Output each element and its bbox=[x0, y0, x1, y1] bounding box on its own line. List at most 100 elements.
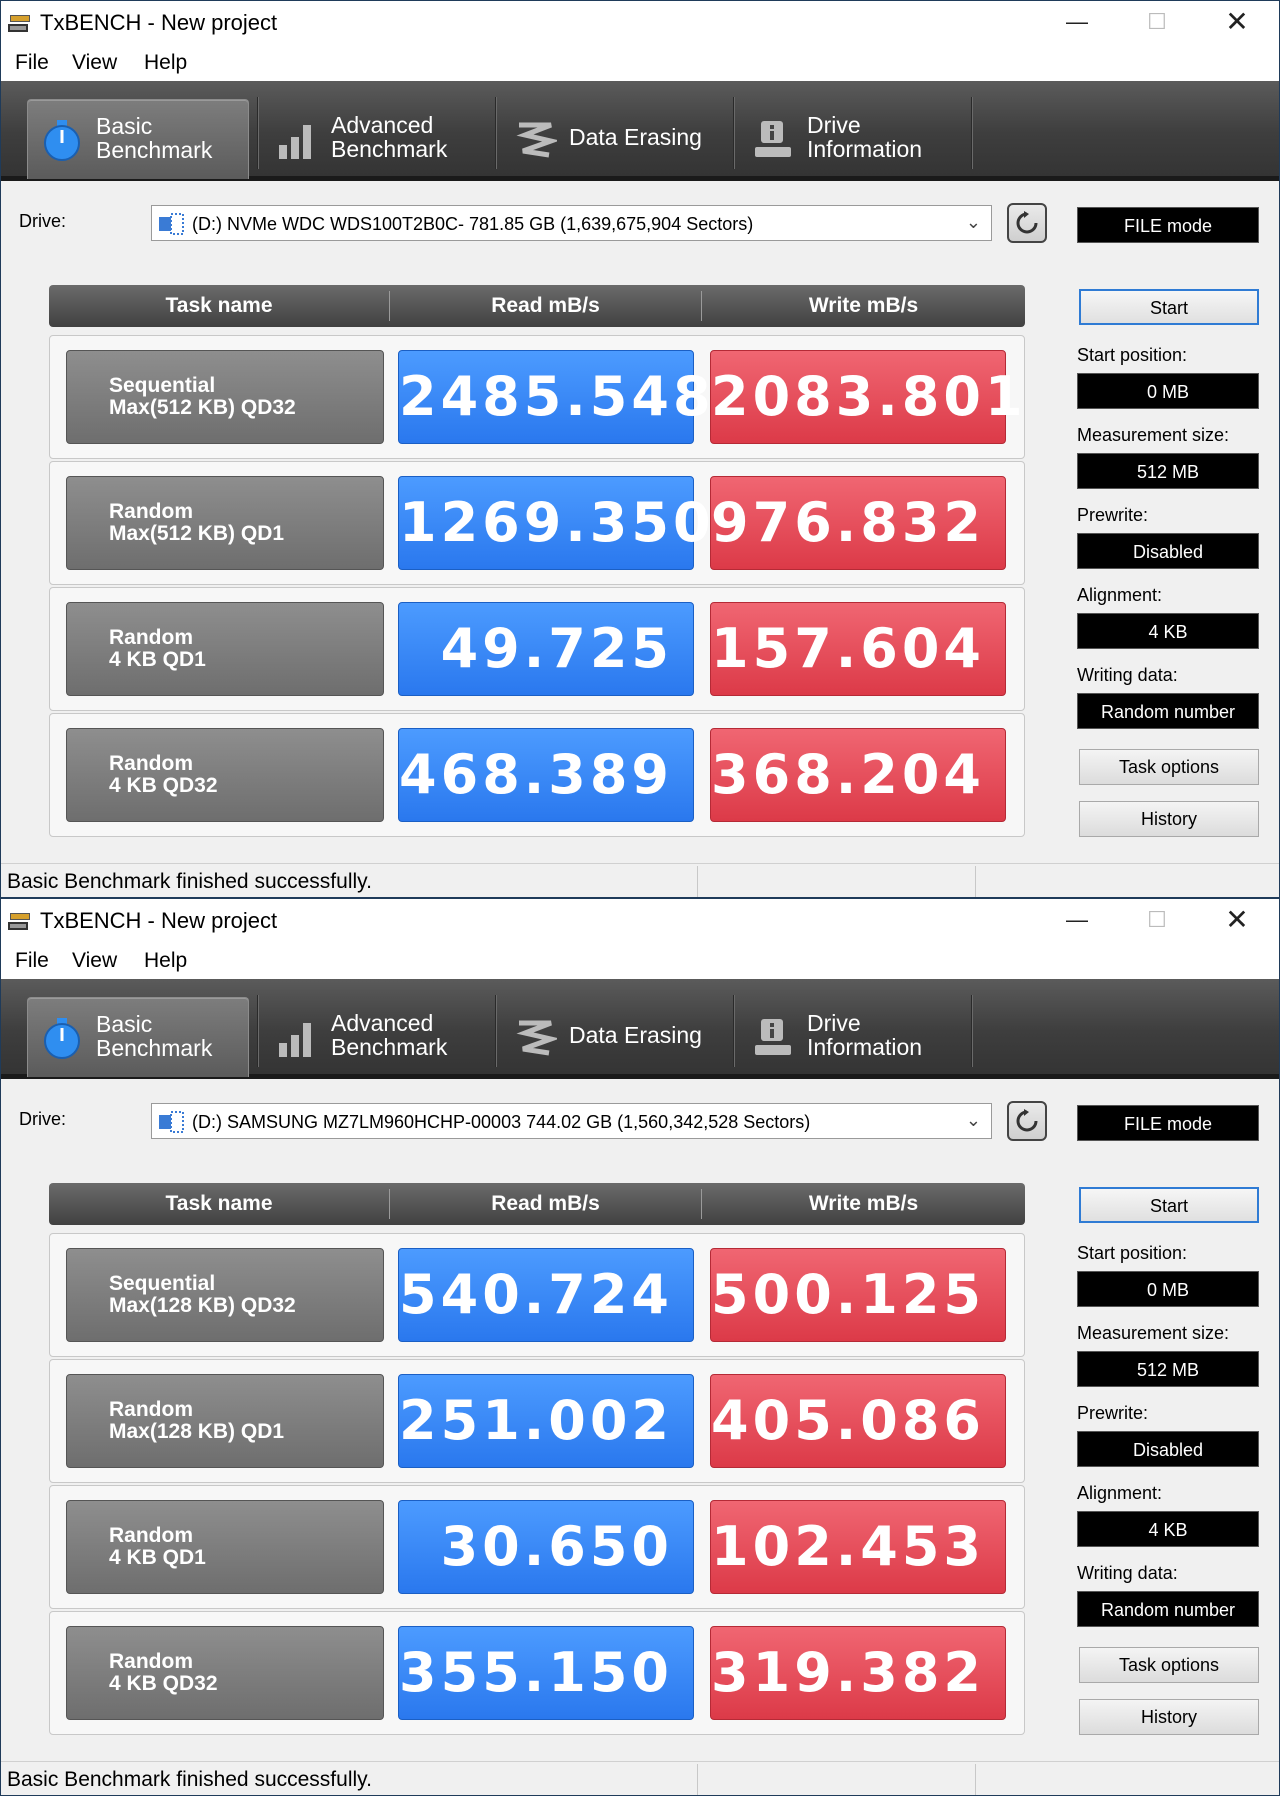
tab-label: Drive Information bbox=[807, 1010, 923, 1060]
start-button[interactable]: Start bbox=[1079, 1187, 1259, 1223]
close-icon[interactable]: ✕ bbox=[1197, 899, 1277, 943]
task-options-button[interactable]: Task options bbox=[1079, 1647, 1259, 1683]
task-name-line1: Random bbox=[109, 500, 193, 523]
toolbar: Basic Benchmark Advanced Benchmark Data Er… bbox=[1, 979, 1279, 1079]
status-divider bbox=[975, 866, 976, 897]
header-write: Write mB/s bbox=[808, 1192, 919, 1215]
measurement-size-label: Measurement size: bbox=[1077, 425, 1230, 445]
writing-data-value[interactable]: Random number bbox=[1077, 1591, 1259, 1627]
title-bar[interactable]: TxBENCH - New project — ☐ ✕ bbox=[1, 899, 1279, 943]
tab-drive-information[interactable]: Drive Information bbox=[739, 997, 965, 1077]
mode-display: FILE mode bbox=[1077, 207, 1259, 243]
tab-basic-benchmark[interactable]: Basic Benchmark bbox=[27, 99, 249, 179]
txbench-window-2: TxBENCH - New project — ☐ ✕ File View He… bbox=[0, 898, 1280, 1796]
writing-data-value[interactable]: Random number bbox=[1077, 693, 1259, 729]
task-button[interactable]: Sequential Max(512 KB) QD32 bbox=[66, 350, 384, 444]
menu-bar: File View Help bbox=[1, 45, 1279, 81]
refresh-button[interactable] bbox=[1007, 1101, 1047, 1141]
txbench-window-1: TxBENCH - New project — ☐ ✕ File View He… bbox=[0, 0, 1280, 898]
write-value: 102.453 bbox=[710, 1500, 1006, 1594]
start-button[interactable]: Start bbox=[1079, 289, 1259, 325]
status-text: Basic Benchmark finished successfully. bbox=[7, 870, 372, 893]
eraser-icon bbox=[516, 122, 557, 158]
write-value: 976.832 bbox=[710, 476, 1006, 570]
task-button[interactable]: Random 4 KB QD1 bbox=[66, 602, 384, 696]
start-position-value[interactable]: 0 MB bbox=[1077, 1271, 1259, 1307]
measurement-size-value[interactable]: 512 MB bbox=[1077, 453, 1259, 489]
mode-display: FILE mode bbox=[1077, 1105, 1259, 1141]
task-name-line2: Max(512 KB) QD1 bbox=[109, 522, 285, 545]
header-task-name: Task name bbox=[165, 294, 273, 317]
minimize-icon[interactable]: — bbox=[1037, 899, 1117, 943]
menu-view[interactable]: View bbox=[72, 948, 117, 974]
drive-select[interactable]: (D:) NVMe WDC WDS100T2B0C- 781.85 GB (1,… bbox=[151, 205, 992, 241]
drive-info-icon bbox=[755, 121, 791, 157]
status-divider bbox=[697, 866, 698, 897]
measurement-size-value[interactable]: 512 MB bbox=[1077, 1351, 1259, 1387]
history-button[interactable]: History bbox=[1079, 801, 1259, 837]
drive-info-icon bbox=[755, 1019, 791, 1055]
tab-label: Advanced Benchmark bbox=[331, 1010, 448, 1060]
write-value: 368.204 bbox=[710, 728, 1006, 822]
result-row: Random Max(512 KB) QD1 1269.350 976.832 bbox=[49, 461, 1025, 585]
menu-file[interactable]: File bbox=[15, 948, 49, 974]
menu-help[interactable]: Help bbox=[144, 948, 187, 974]
result-row: Sequential Max(512 KB) QD32 2485.548 208… bbox=[49, 335, 1025, 459]
prewrite-value[interactable]: Disabled bbox=[1077, 533, 1259, 569]
refresh-button[interactable] bbox=[1007, 203, 1047, 243]
result-row: Random 4 KB QD1 30.650 102.453 bbox=[49, 1485, 1025, 1609]
menu-file[interactable]: File bbox=[15, 50, 49, 76]
drive-icon bbox=[159, 213, 184, 235]
app-icon bbox=[8, 15, 30, 32]
task-button[interactable]: Random 4 KB QD32 bbox=[66, 1626, 384, 1720]
tab-label: Data Erasing bbox=[569, 1022, 702, 1048]
task-button[interactable]: Random 4 KB QD32 bbox=[66, 728, 384, 822]
read-value: 2485.548 bbox=[398, 350, 711, 444]
results-table-header: Task name Read mB/s Write mB/s bbox=[49, 1183, 1025, 1225]
read-value: 49.725 bbox=[398, 602, 694, 696]
start-position-label: Start position: bbox=[1077, 345, 1188, 365]
menu-help[interactable]: Help bbox=[144, 50, 187, 76]
status-bar: Basic Benchmark finished successfully. bbox=[1, 1761, 1279, 1795]
title-bar[interactable]: TxBENCH - New project — ☐ ✕ bbox=[1, 1, 1279, 45]
tab-drive-information[interactable]: Drive Information bbox=[739, 99, 965, 179]
history-button[interactable]: History bbox=[1079, 1699, 1259, 1735]
write-value: 405.086 bbox=[710, 1374, 1006, 1468]
writing-data-label: Writing data: bbox=[1077, 1563, 1178, 1583]
task-button[interactable]: Random Max(128 KB) QD1 bbox=[66, 1374, 384, 1468]
status-bar: Basic Benchmark finished successfully. bbox=[1, 863, 1279, 897]
result-row: Random Max(128 KB) QD1 251.002 405.086 bbox=[49, 1359, 1025, 1483]
app-icon bbox=[8, 913, 30, 930]
task-options-button[interactable]: Task options bbox=[1079, 749, 1259, 785]
prewrite-label: Prewrite: bbox=[1077, 505, 1149, 525]
task-button[interactable]: Random Max(512 KB) QD1 bbox=[66, 476, 384, 570]
tab-advanced-benchmark[interactable]: Advanced Benchmark bbox=[263, 99, 489, 179]
drive-select[interactable]: (D:) SAMSUNG MZ7LM960HCHP-00003 744.02 G… bbox=[151, 1103, 992, 1139]
alignment-value[interactable]: 4 KB bbox=[1077, 1511, 1259, 1547]
status-divider bbox=[697, 1764, 698, 1795]
task-button[interactable]: Sequential Max(128 KB) QD32 bbox=[66, 1248, 384, 1342]
tab-divider bbox=[733, 995, 735, 1067]
header-task-name: Task name bbox=[165, 1192, 273, 1215]
refresh-icon bbox=[1016, 211, 1038, 234]
tab-advanced-benchmark[interactable]: Advanced Benchmark bbox=[263, 997, 489, 1077]
eraser-icon bbox=[516, 1020, 557, 1056]
task-name-line1: Sequential bbox=[109, 1272, 216, 1295]
task-button[interactable]: Random 4 KB QD1 bbox=[66, 1500, 384, 1594]
prewrite-value[interactable]: Disabled bbox=[1077, 1431, 1259, 1467]
write-value: 319.382 bbox=[710, 1626, 1006, 1720]
drive-value: (D:) NVMe WDC WDS100T2B0C- 781.85 GB (1,… bbox=[192, 214, 754, 234]
menu-view[interactable]: View bbox=[72, 50, 117, 76]
tab-data-erasing[interactable]: Data Erasing bbox=[501, 99, 727, 179]
maximize-icon[interactable]: ☐ bbox=[1117, 899, 1197, 943]
alignment-value[interactable]: 4 KB bbox=[1077, 613, 1259, 649]
tab-divider bbox=[257, 995, 259, 1067]
close-icon[interactable]: ✕ bbox=[1197, 1, 1277, 45]
tab-basic-benchmark[interactable]: Basic Benchmark bbox=[27, 997, 249, 1077]
minimize-icon[interactable]: — bbox=[1037, 1, 1117, 45]
maximize-icon[interactable]: ☐ bbox=[1117, 1, 1197, 45]
start-position-value[interactable]: 0 MB bbox=[1077, 373, 1259, 409]
chevron-down-icon: ⌄ bbox=[965, 1110, 981, 1130]
tab-data-erasing[interactable]: Data Erasing bbox=[501, 997, 727, 1077]
tab-divider bbox=[495, 97, 497, 169]
